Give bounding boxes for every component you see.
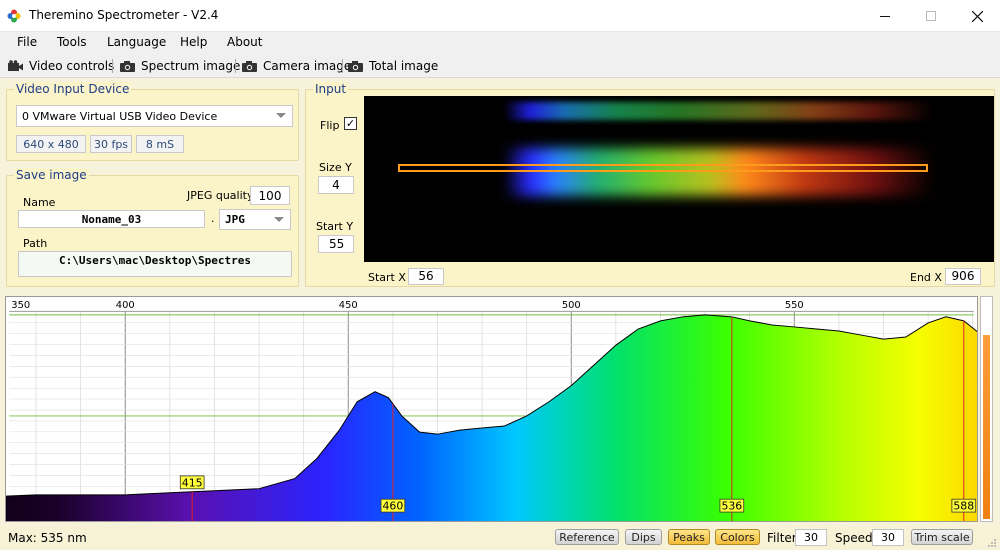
menu-file[interactable]: File (17, 35, 37, 49)
level-meter (980, 296, 993, 522)
spectrum-image-button[interactable]: Spectrum image (119, 56, 240, 76)
filter-input[interactable]: 30 (795, 529, 827, 546)
toolbar-separator (342, 59, 343, 73)
jpeg-quality-label: JPEG quality (187, 189, 254, 202)
close-icon (971, 10, 983, 22)
spectrum-chart[interactable]: 415460536588738765 350400450500550600650… (5, 296, 978, 522)
spectrum-image-label: Spectrum image (141, 59, 241, 73)
selection-rectangle[interactable] (398, 164, 928, 172)
minimize-icon (880, 16, 890, 17)
peak-label: 536 (721, 500, 742, 513)
total-image-button[interactable]: Total image (347, 56, 438, 76)
upper-spectrum-band (504, 102, 934, 120)
jpeg-quality-input[interactable]: 100 (250, 186, 290, 205)
start-x-input[interactable]: 56 (408, 268, 444, 285)
speed-input[interactable]: 30 (872, 529, 904, 546)
flip-checkbox[interactable]: ✓ (344, 117, 357, 130)
resize-grip-icon[interactable] (987, 538, 997, 548)
menu-about[interactable]: About (227, 35, 262, 49)
speed-label: Speed (835, 531, 873, 545)
extension-dot: . (211, 212, 215, 225)
peak-label: 588 (953, 500, 974, 513)
video-input-group: Video Input Device 0 VMware Virtual USB … (6, 82, 299, 161)
colors-button[interactable]: Colors (715, 529, 760, 545)
level-meter-fill (983, 335, 990, 519)
video-controls-label: Video controls (29, 59, 115, 73)
axis-tick-label: 500 (562, 300, 581, 311)
axis-strip (9, 297, 974, 311)
video-device-select[interactable]: 0 VMware Virtual USB Video Device (16, 105, 293, 127)
menu-tools[interactable]: Tools (57, 35, 87, 49)
max-wavelength: Max: 535 nm (8, 531, 87, 545)
path-input[interactable]: C:\Users\mac\Desktop\Spectres (18, 251, 292, 277)
close-button[interactable] (954, 0, 1000, 32)
axis-tick-label: 350 (11, 300, 30, 311)
axis-tick-label: 400 (116, 300, 135, 311)
flip-label: Flip (320, 119, 340, 132)
start-y-input[interactable]: 55 (318, 235, 354, 253)
peaks-button[interactable]: Peaks (668, 529, 710, 545)
camera-image-button[interactable]: Camera image (241, 56, 351, 76)
name-label: Name (23, 196, 56, 209)
camera-view[interactable] (364, 96, 994, 262)
photo-camera-icon (242, 60, 257, 72)
resolution-display: 640 x 480 (16, 135, 86, 153)
start-x-label: Start X (368, 271, 406, 284)
save-image-group: Save image Name JPEG quality 100 Noname_… (6, 168, 299, 287)
size-y-label: Size Y (319, 161, 352, 174)
video-device-value: 0 VMware Virtual USB Video Device (22, 110, 218, 123)
peak-label: 415 (182, 476, 203, 489)
toolbar-separator (235, 59, 236, 73)
title-bar: Theremino Spectrometer - V2.4 (0, 0, 1000, 32)
axis-tick-label: 450 (339, 300, 358, 311)
file-name-input[interactable]: Noname_03 (18, 210, 205, 228)
chevron-down-icon (276, 113, 286, 118)
end-x-input[interactable]: 906 (945, 268, 981, 285)
save-image-legend: Save image (14, 168, 89, 182)
minimize-button[interactable] (862, 0, 908, 32)
peak-label: 460 (382, 500, 403, 513)
path-label: Path (23, 237, 48, 250)
video-input-legend: Video Input Device (14, 82, 132, 96)
menu-bar: File Tools Language Help About (0, 32, 1000, 54)
spectrum-fill (6, 314, 977, 521)
size-y-input[interactable]: 4 (318, 176, 354, 194)
camera-image-label: Camera image (263, 59, 352, 73)
format-select[interactable]: JPG (219, 209, 291, 230)
video-camera-icon (8, 59, 23, 71)
trim-scale-button[interactable]: Trim scale (911, 529, 973, 545)
filter-label: Filter (767, 531, 797, 545)
exposure-display: 8 mS (136, 135, 184, 153)
status-bar: Max: 535 nm Reference Dips Peaks Colors … (0, 526, 1000, 550)
toolbar-separator (112, 59, 113, 73)
start-y-label: Start Y (316, 220, 354, 233)
app-icon (7, 9, 21, 23)
window-title: Theremino Spectrometer - V2.4 (29, 8, 219, 22)
fps-display: 30 fps (90, 135, 132, 153)
video-controls-button[interactable]: Video controls (7, 56, 114, 76)
format-value: JPG (225, 213, 245, 226)
photo-camera-icon (120, 60, 135, 72)
main-spectrum-band (504, 148, 934, 196)
toolbar: Video controls Spectrum image Camera ima… (0, 54, 1000, 78)
menu-help[interactable]: Help (180, 35, 207, 49)
dips-button[interactable]: Dips (625, 529, 662, 545)
maximize-button[interactable] (908, 0, 954, 32)
photo-camera-icon (348, 60, 363, 72)
menu-language[interactable]: Language (107, 35, 166, 49)
total-image-label: Total image (369, 59, 439, 73)
reference-button[interactable]: Reference (555, 529, 619, 545)
axis-tick-label: 550 (785, 300, 804, 311)
input-legend: Input (313, 82, 349, 96)
end-x-label: End X (910, 271, 942, 284)
maximize-icon (926, 11, 936, 21)
chevron-down-icon (274, 217, 284, 222)
